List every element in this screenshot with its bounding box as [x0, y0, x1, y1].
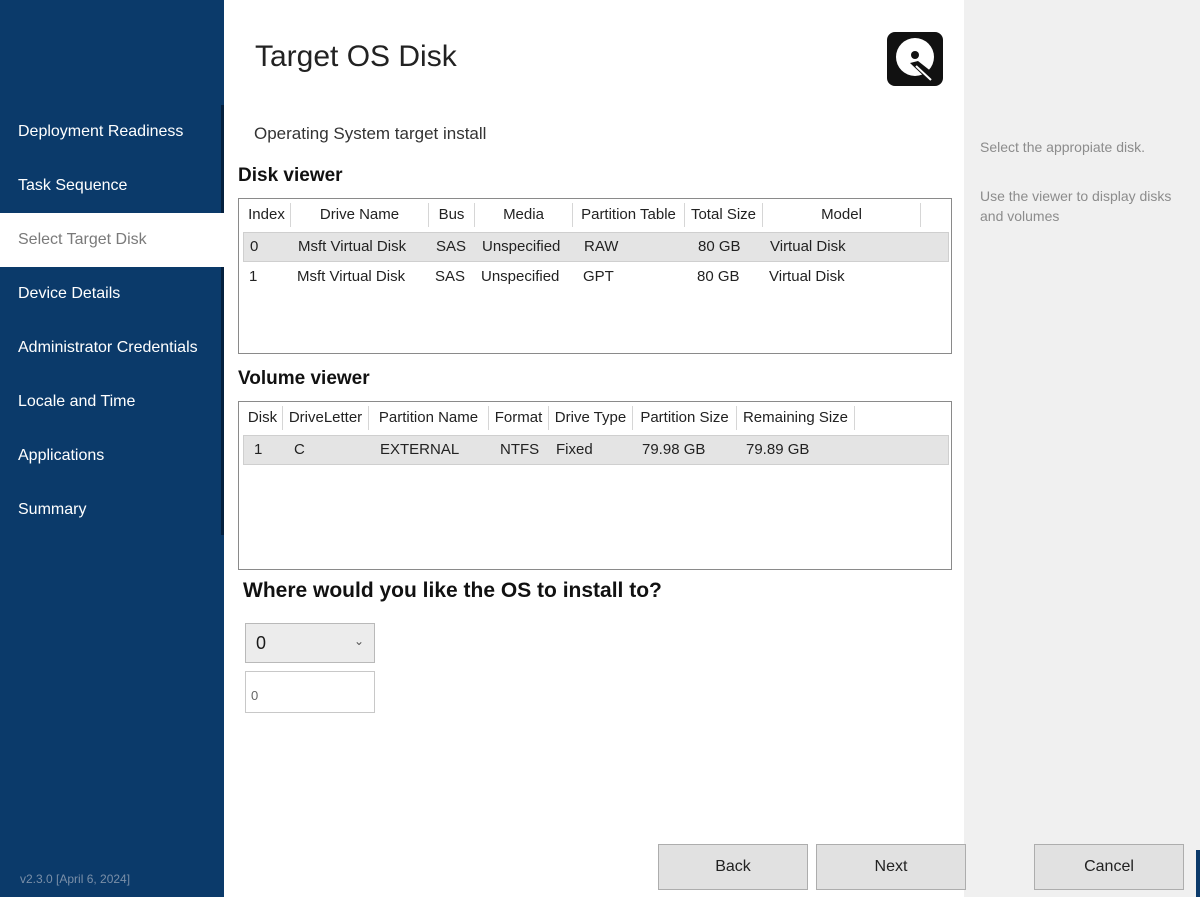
- cell-drive-name: Msft Virtual Disk: [297, 268, 406, 285]
- install-question: Where would you like the OS to install t…: [243, 579, 662, 602]
- cell-partition-name: EXTERNAL: [380, 441, 460, 458]
- column-header-partition-name[interactable]: Partition Name: [369, 406, 489, 430]
- cell-media: Unspecified: [482, 238, 561, 255]
- cell-format: NTFS: [500, 441, 540, 458]
- sidebar-item-device-details[interactable]: Device Details: [0, 267, 224, 321]
- help-text-viewer: Use the viewer to display disks and volu…: [980, 188, 1172, 224]
- target-disk-select-value: 0: [256, 633, 267, 653]
- window-edge: [1196, 850, 1200, 897]
- volume-viewer-table[interactable]: Disk DriveLetter Partition Name Format D…: [238, 401, 952, 570]
- table-row[interactable]: 1 C EXTERNAL NTFS Fixed 79.98 GB 79.89 G…: [243, 435, 949, 465]
- cell-partition-table: GPT: [583, 268, 614, 285]
- cell-disk: 1: [254, 441, 263, 458]
- table-row[interactable]: 1 Msft Virtual Disk SAS Unspecified GPT …: [243, 263, 949, 293]
- help-panel: Select the appropiate disk. Use the view…: [964, 0, 1200, 897]
- cell-media: Unspecified: [481, 268, 560, 285]
- cell-drive-type: Fixed: [556, 441, 593, 458]
- sidebar-item-task-sequence[interactable]: Task Sequence: [0, 159, 224, 213]
- cell-drive-letter: C: [294, 441, 305, 458]
- disk-viewer-heading: Disk viewer: [238, 165, 343, 186]
- sidebar-item-locale-and-time[interactable]: Locale and Time: [0, 375, 224, 429]
- cell-remaining-size: 79.89 GB: [746, 441, 810, 458]
- sidebar-item-summary[interactable]: Summary: [0, 483, 224, 537]
- cell-index: 0: [250, 238, 259, 255]
- column-header-media[interactable]: Media: [475, 203, 573, 227]
- help-text-select-disk: Select the appropiate disk.: [980, 139, 1145, 155]
- sidebar-item-select-target-disk[interactable]: Select Target Disk: [0, 213, 224, 267]
- disk-table-header: Index Drive Name Bus Media Partition Tab…: [243, 203, 921, 227]
- column-header-disk[interactable]: Disk: [243, 406, 283, 430]
- column-header-drive-name[interactable]: Drive Name: [291, 203, 429, 227]
- cell-total-size: 80 GB: [698, 238, 741, 255]
- cell-model: Virtual Disk: [770, 238, 846, 255]
- volume-table-header: Disk DriveLetter Partition Name Format D…: [243, 406, 855, 430]
- next-button[interactable]: Next: [816, 844, 966, 890]
- cell-bus: SAS: [436, 238, 467, 255]
- cell-partition-table: RAW: [584, 238, 619, 255]
- target-disk-select[interactable]: 0 ⌄: [245, 623, 375, 663]
- page-title: Target OS Disk: [255, 40, 457, 73]
- sidebar: Deployment Readiness Task Sequence Selec…: [0, 0, 224, 897]
- sidebar-item-applications[interactable]: Applications: [0, 429, 224, 483]
- cell-model: Virtual Disk: [769, 268, 845, 285]
- column-header-remaining-size[interactable]: Remaining Size: [737, 406, 855, 430]
- column-header-index[interactable]: Index: [243, 203, 291, 227]
- back-button[interactable]: Back: [658, 844, 808, 890]
- column-header-partition-table[interactable]: Partition Table: [573, 203, 685, 227]
- sidebar-item-administrator-credentials[interactable]: Administrator Credentials: [0, 321, 224, 375]
- page-subtitle: Operating System target install: [254, 124, 487, 143]
- column-header-total-size[interactable]: Total Size: [685, 203, 763, 227]
- volume-viewer-heading: Volume viewer: [238, 368, 370, 389]
- cell-index: 1: [249, 268, 258, 285]
- target-disk-field[interactable]: [245, 671, 375, 713]
- cell-total-size: 80 GB: [697, 268, 740, 285]
- cell-partition-size: 79.98 GB: [642, 441, 706, 458]
- cell-drive-name: Msft Virtual Disk: [298, 238, 407, 255]
- hard-disk-icon: [885, 30, 945, 88]
- column-header-model[interactable]: Model: [763, 203, 921, 227]
- version-label: v2.3.0 [April 6, 2024]: [20, 872, 131, 886]
- column-header-drive-type[interactable]: Drive Type: [549, 406, 633, 430]
- table-row[interactable]: 0 Msft Virtual Disk SAS Unspecified RAW …: [243, 232, 949, 262]
- column-header-partition-size[interactable]: Partition Size: [633, 406, 737, 430]
- cancel-button[interactable]: Cancel: [1034, 844, 1184, 890]
- sidebar-item-deployment-readiness[interactable]: Deployment Readiness: [0, 105, 224, 159]
- column-header-format[interactable]: Format: [489, 406, 549, 430]
- cell-bus: SAS: [435, 268, 466, 285]
- column-header-bus[interactable]: Bus: [429, 203, 475, 227]
- chevron-down-icon: ⌄: [353, 634, 364, 648]
- disk-viewer-table[interactable]: Index Drive Name Bus Media Partition Tab…: [238, 198, 952, 354]
- column-header-drive-letter[interactable]: DriveLetter: [283, 406, 369, 430]
